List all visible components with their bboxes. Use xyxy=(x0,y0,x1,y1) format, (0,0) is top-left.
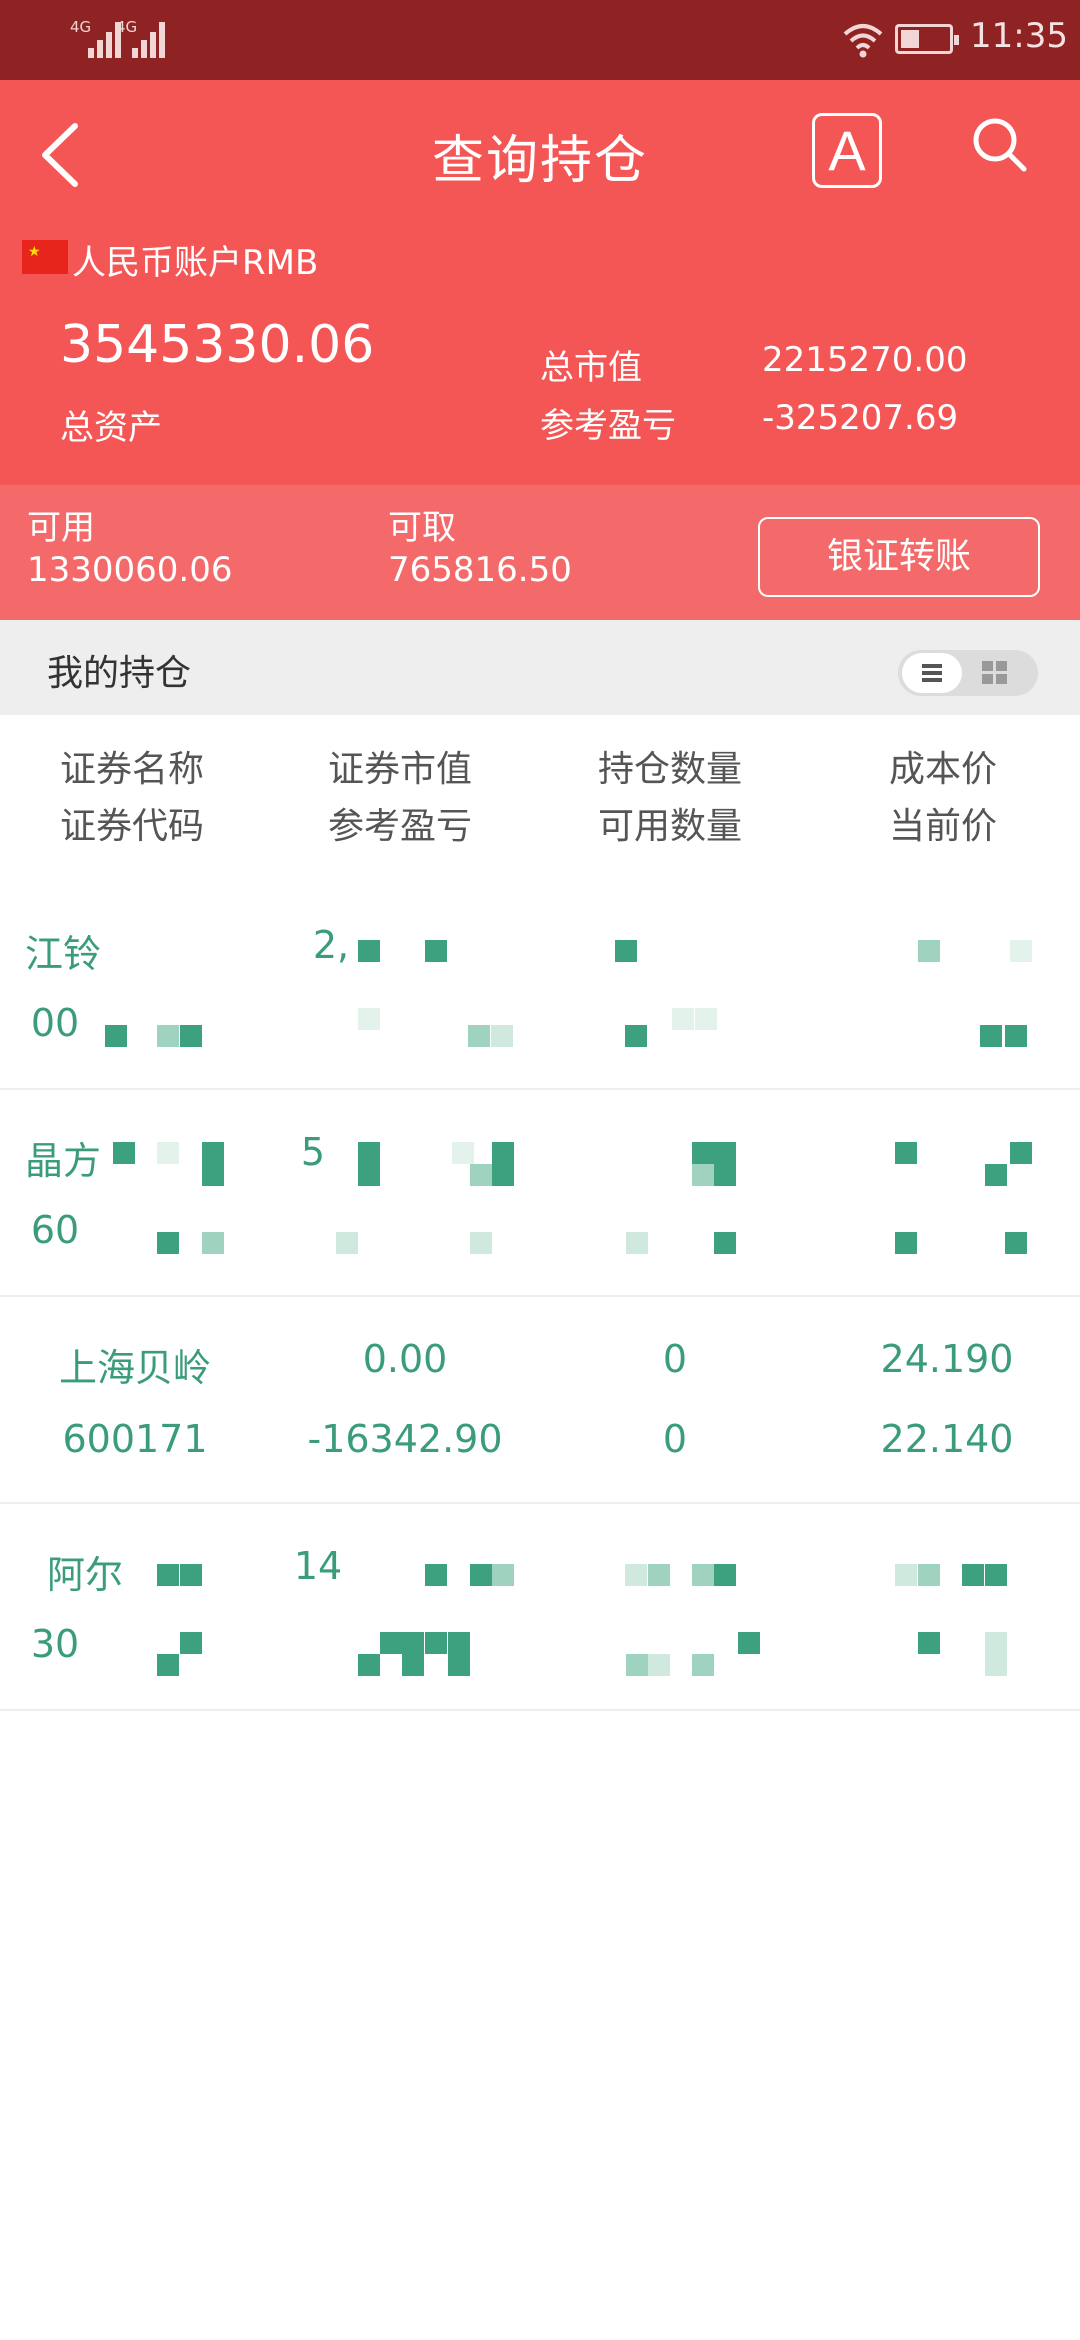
available-label: 可用 xyxy=(27,508,95,548)
withdrawable-label: 可取 xyxy=(388,508,456,548)
market-value-cell: 0.00 xyxy=(362,1337,448,1381)
view-toggle[interactable] xyxy=(898,650,1038,696)
wifi-icon xyxy=(843,24,883,58)
clock: 11:35 xyxy=(970,16,1068,56)
cost-price-cell: 24.190 xyxy=(880,1337,1014,1381)
search-icon[interactable] xyxy=(970,115,1030,175)
battery-icon xyxy=(895,24,959,54)
market-value-label: 总市值 xyxy=(540,348,642,388)
current-price-cell: 22.140 xyxy=(880,1417,1014,1461)
available-qty-cell: 0 xyxy=(662,1417,688,1461)
china-flag-icon: ★ xyxy=(22,240,68,274)
signal-strength-icon xyxy=(132,20,172,58)
account-summary-header: 查询持仓 A ★ 人民币账户RMB 3545330.06 总资产 总市值 221… xyxy=(0,80,1080,485)
account-label[interactable]: 人民币账户RMB xyxy=(72,235,318,284)
total-assets-value: 3545330.06 xyxy=(60,315,375,375)
font-size-button[interactable]: A xyxy=(812,113,882,188)
bank-transfer-button[interactable]: 银证转账 xyxy=(758,517,1040,597)
withdrawable-value: 765816.50 xyxy=(388,550,572,590)
funds-bar: 可用 1330060.06 可取 765816.50 银证转账 xyxy=(0,485,1080,620)
pnl-cell: -16342.90 xyxy=(307,1417,503,1461)
page-title: 查询持仓 xyxy=(431,131,648,191)
positions-section-bar: 我的持仓 xyxy=(0,620,1080,715)
market-value: 2215270.00 xyxy=(762,340,968,380)
column-header-quantity: 持仓数量 xyxy=(597,749,742,790)
list-view-icon[interactable] xyxy=(902,653,962,693)
pnl-label: 参考盈亏 xyxy=(540,406,676,446)
status-bar: 4G 4G 11:35 xyxy=(0,0,1080,80)
column-header-code: 证券代码 xyxy=(59,806,204,847)
table-row[interactable]: 江铃 00 2, xyxy=(0,883,1080,1090)
column-header-current-price: 当前价 xyxy=(888,806,997,847)
stock-name: 上海贝岭 xyxy=(58,1346,211,1390)
stock-name: 江铃 xyxy=(24,932,101,976)
grid-view-icon[interactable] xyxy=(982,661,1008,685)
column-header-name: 证券名称 xyxy=(59,749,204,790)
column-header-pnl: 参考盈亏 xyxy=(327,806,472,847)
market-value-cell: 14 xyxy=(293,1544,343,1588)
total-assets-label: 总资产 xyxy=(60,408,162,448)
stock-code: 600171 xyxy=(62,1417,208,1461)
available-value: 1330060.06 xyxy=(27,550,233,590)
table-row[interactable]: 阿尔 30 14 xyxy=(0,1504,1080,1711)
column-header-cost-price: 成本价 xyxy=(888,749,997,790)
column-header-market-value: 证券市值 xyxy=(327,749,472,790)
table-row[interactable]: 晶方 60 5 xyxy=(0,1090,1080,1297)
section-title: 我的持仓 xyxy=(47,653,192,694)
quantity-cell: 0 xyxy=(662,1337,688,1381)
pnl-value: -325207.69 xyxy=(762,398,959,438)
table-row[interactable]: 上海贝岭 600171 0.00 -16342.90 0 0 24.190 22… xyxy=(0,1297,1080,1504)
column-header-available-qty: 可用数量 xyxy=(597,806,742,847)
